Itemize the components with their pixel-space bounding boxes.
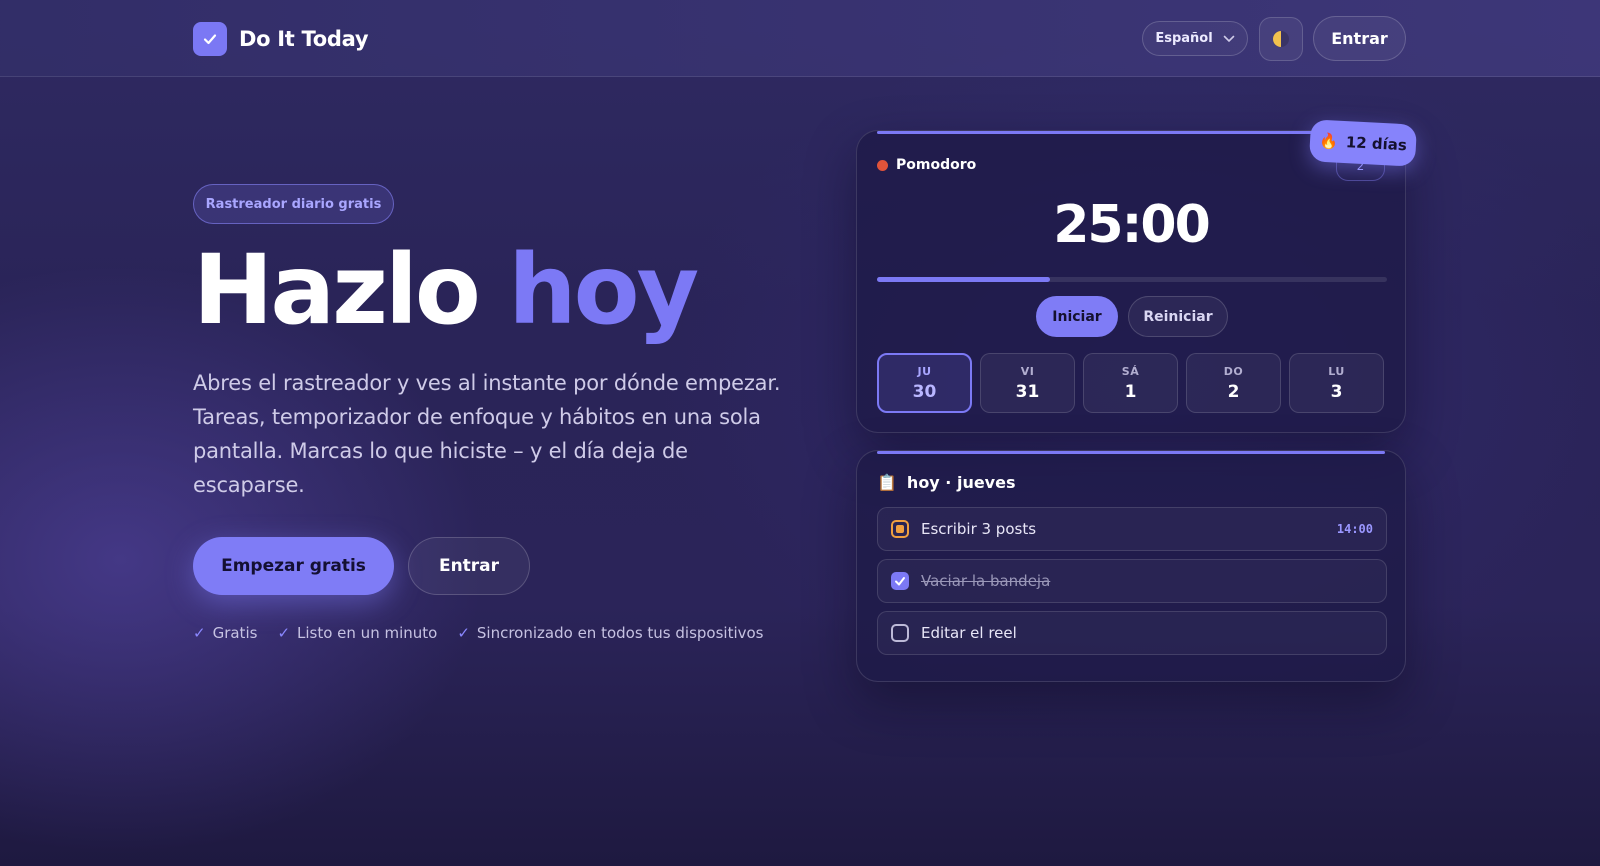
hero-description: Abres el rastreador y ves al instante po… xyxy=(193,371,781,497)
day-name: JU xyxy=(917,364,932,378)
perk-label: Listo en un minuto xyxy=(297,624,438,642)
app-logo[interactable]: Do It Today xyxy=(193,22,369,56)
day-date: 2 xyxy=(1227,381,1240,402)
day-date: 30 xyxy=(912,381,937,402)
hero-badge: Rastreador diario gratis xyxy=(193,184,394,224)
timer-progress-fill xyxy=(877,277,1051,282)
tomato-icon xyxy=(877,159,888,171)
day-name: DO xyxy=(1223,364,1244,378)
check-icon: ✓ xyxy=(277,624,291,642)
task-item[interactable]: Escribir 3 posts 14:00 xyxy=(877,507,1387,551)
start-free-button[interactable]: Empezar gratis xyxy=(193,537,394,595)
perk-item: ✓ Sincronizado en todos tus dispositivos xyxy=(457,624,763,642)
pomodoro-label: Pomodoro xyxy=(896,157,977,173)
language-label: Español xyxy=(1155,31,1213,46)
day-selector: JU 30 VI 31 SÁ 1 DO 2 LU 3 xyxy=(877,353,1384,413)
language-selector[interactable]: Español xyxy=(1142,21,1248,56)
tasks-header: 📋 hoy · jueves xyxy=(877,473,1015,492)
tasks-card: 📋 hoy · jueves Escribir 3 posts 14:00 Va… xyxy=(856,450,1406,682)
day-tile-jueves[interactable]: JU 30 xyxy=(877,353,972,413)
half-moon-icon xyxy=(1273,31,1289,47)
empty-checkbox-icon[interactable] xyxy=(891,624,909,642)
task-item[interactable]: Vaciar la bandeja xyxy=(877,559,1387,603)
in-progress-checkbox-icon[interactable] xyxy=(891,520,909,538)
fire-icon: 🔥 xyxy=(1318,131,1339,151)
check-icon: ✓ xyxy=(193,624,206,642)
day-tile-domingo[interactable]: DO 2 xyxy=(1186,353,1281,413)
task-item[interactable]: Editar el reel xyxy=(877,611,1387,655)
theme-toggle-button[interactable] xyxy=(1259,17,1303,61)
login-button[interactable]: Entrar xyxy=(1313,16,1406,61)
task-label: Escribir 3 posts xyxy=(921,520,1037,538)
day-tile-lunes[interactable]: LU 3 xyxy=(1289,353,1384,413)
reset-timer-button[interactable]: Reiniciar xyxy=(1128,296,1228,337)
chevron-down-icon xyxy=(1223,35,1234,42)
top-navbar: Do It Today Español Entrar xyxy=(0,0,1600,77)
perk-label: Sincronizado en todos tus dispositivos xyxy=(476,624,764,642)
start-timer-button[interactable]: Iniciar xyxy=(1036,296,1118,337)
perk-item: ✓ Listo en un minuto xyxy=(277,624,437,642)
checked-checkbox-icon[interactable] xyxy=(891,572,909,590)
day-tile-viernes[interactable]: VI 31 xyxy=(980,353,1075,413)
timer-display: 25:00 xyxy=(1053,195,1211,255)
perk-label: Gratis xyxy=(212,624,258,642)
task-label: Editar el reel xyxy=(921,624,1017,642)
timer-progress-bar xyxy=(877,277,1387,282)
checkmark-logo-icon xyxy=(193,22,227,56)
day-tile-sabado[interactable]: SÁ 1 xyxy=(1083,353,1178,413)
check-icon: ✓ xyxy=(457,624,470,642)
pomodoro-card: Pomodoro 2 25:00 Iniciar Reiniciar JU 30… xyxy=(856,130,1406,433)
perks-list: ✓ Gratis ✓ Listo en un minuto ✓ Sincroni… xyxy=(193,624,764,642)
day-date: 1 xyxy=(1124,381,1137,402)
streak-badge: 🔥 12 días xyxy=(1308,119,1418,167)
tasks-title: hoy · jueves xyxy=(906,473,1016,492)
day-date: 31 xyxy=(1015,381,1040,402)
hero-title-word-2: hoy xyxy=(508,234,699,346)
perk-item: ✓ Gratis xyxy=(193,624,257,642)
day-name: LU xyxy=(1328,364,1345,378)
task-time: 14:00 xyxy=(1336,522,1373,536)
task-label: Vaciar la bandeja xyxy=(921,572,1051,590)
card-accent-line xyxy=(877,131,1315,134)
clipboard-icon: 📋 xyxy=(877,473,897,492)
hero-title: Hazlo hoy xyxy=(193,237,699,344)
hero-login-button[interactable]: Entrar xyxy=(408,537,530,595)
streak-label: 12 días xyxy=(1345,133,1408,155)
day-name: SÁ xyxy=(1121,364,1140,378)
app-name: Do It Today xyxy=(239,27,369,51)
card-accent-line xyxy=(877,451,1385,454)
hero-title-word-1: Hazlo xyxy=(193,234,481,346)
day-date: 3 xyxy=(1330,381,1343,402)
day-name: VI xyxy=(1020,364,1035,378)
pomodoro-header: Pomodoro xyxy=(877,157,976,173)
